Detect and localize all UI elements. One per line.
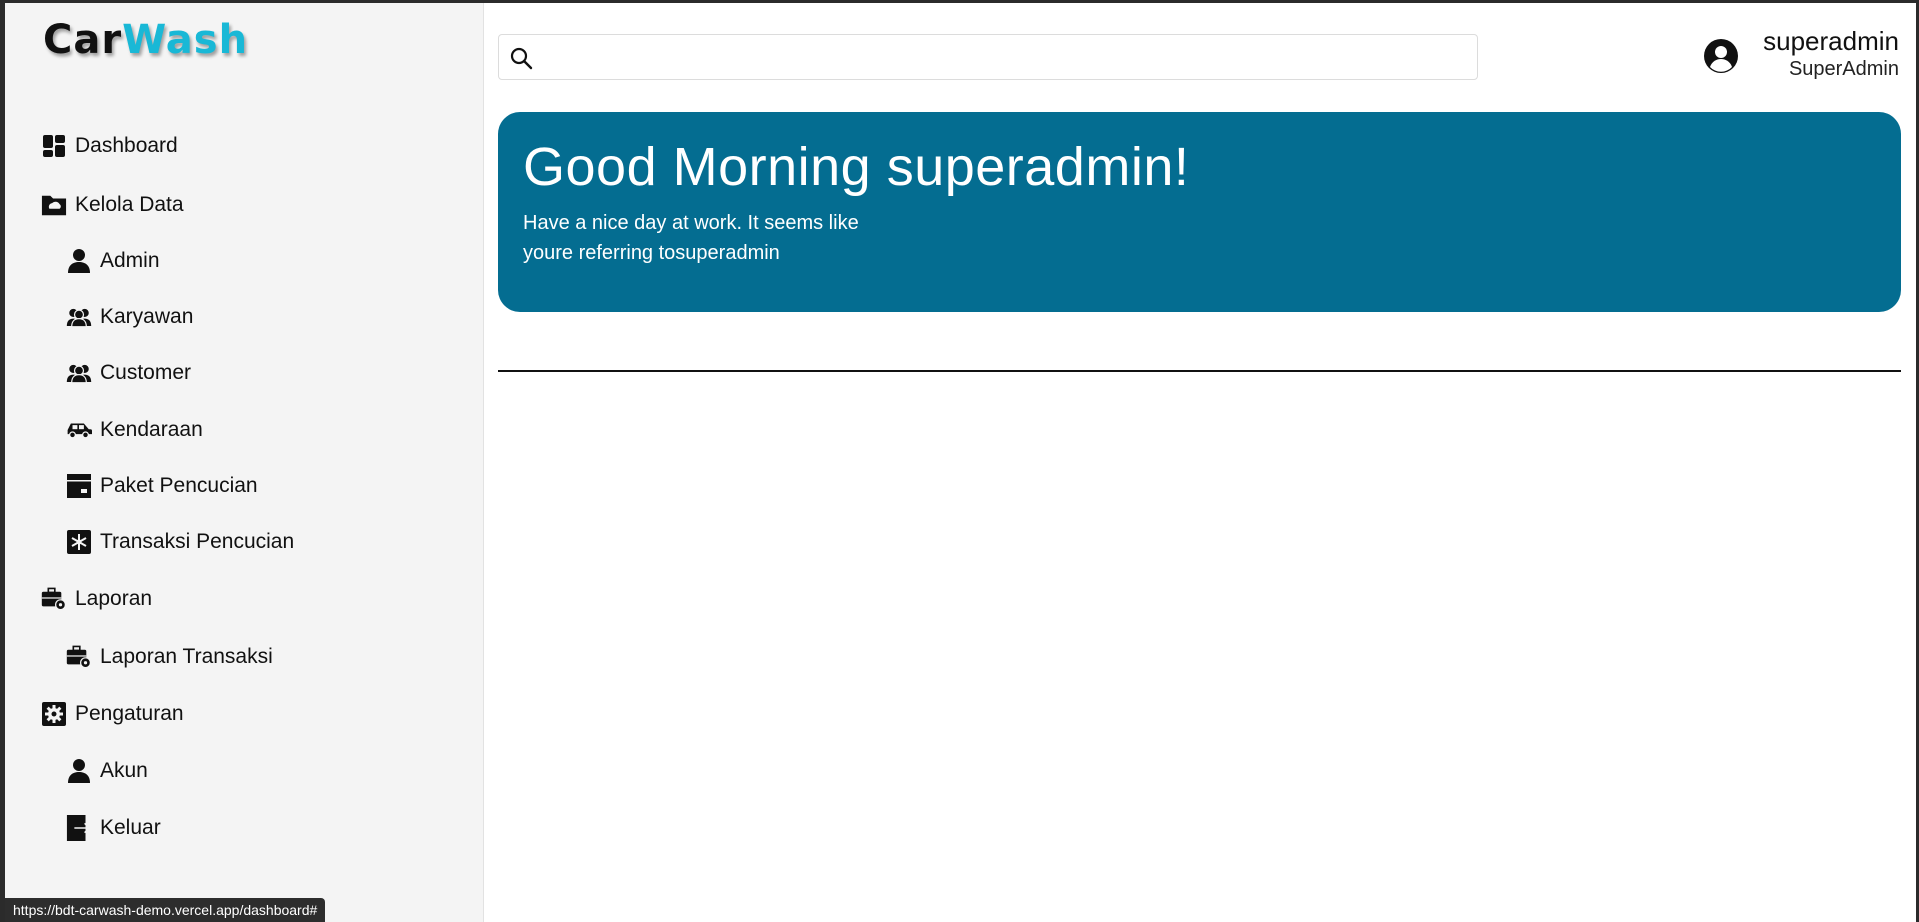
sidebar-item-label: Akun <box>100 759 148 782</box>
search-input[interactable] <box>541 41 1465 75</box>
greeting-title: Good Morning superadmin! <box>523 137 1190 197</box>
greeting-subtitle: Have a nice day at work. It seems like y… <box>523 208 923 268</box>
user-name: superadmin <box>1763 26 1899 56</box>
sidebar-item-laporan[interactable]: Laporan <box>41 582 152 616</box>
box-icon <box>66 473 92 499</box>
sidebar-item-akun[interactable]: Akun <box>66 754 148 788</box>
sidebar-item-pengaturan[interactable]: Pengaturan <box>41 697 184 731</box>
search-bar <box>498 34 1478 80</box>
sidebar-item-label: Paket Pencucian <box>100 474 258 497</box>
sidebar-item-karyawan[interactable]: Karyawan <box>66 300 193 334</box>
sidebar: CarWash Dashboard Kelola Data Admin Kary… <box>5 3 484 922</box>
welcome-banner: Good Morning superadmin! Have a nice day… <box>498 112 1901 312</box>
user-icon <box>66 758 92 784</box>
user-role: SuperAdmin <box>1788 58 1899 80</box>
search-icon[interactable] <box>509 46 533 70</box>
dashboard-icon <box>41 133 67 159</box>
sidebar-item-label: Kendaraan <box>100 418 203 441</box>
sidebar-item-keluar[interactable]: Keluar <box>66 811 161 845</box>
sidebar-item-label: Pengaturan <box>75 702 184 725</box>
greeting-line-2: youre referring tosuperadmin <box>523 242 780 264</box>
folder-icon <box>41 192 67 218</box>
sidebar-item-label: Customer <box>100 361 192 384</box>
sidebar-item-admin[interactable]: Admin <box>66 244 160 278</box>
sidebar-item-transaksi-pencucian[interactable]: Transaksi Pencucian <box>66 525 294 559</box>
asterisk-icon <box>66 529 92 555</box>
gear-icon <box>41 701 67 727</box>
sidebar-item-label: Dashboard <box>75 134 178 157</box>
users-icon <box>66 360 92 386</box>
briefcase-gear-icon <box>41 586 67 612</box>
sidebar-item-label: Transaksi Pencucian <box>100 530 295 553</box>
sidebar-item-paket-pencucian[interactable]: Paket Pencucian <box>66 469 258 503</box>
users-icon <box>66 304 92 330</box>
user-icon <box>66 248 92 274</box>
brand-logo-car: Car <box>43 17 123 63</box>
brand-logo[interactable]: CarWash <box>43 17 248 63</box>
briefcase-gear-icon <box>66 644 92 670</box>
status-bar-url: https://bdt-carwash-demo.vercel.app/dash… <box>5 898 326 922</box>
user-avatar-icon[interactable] <box>1703 38 1739 74</box>
greeting-line-1: Have a nice day at work. It seems like <box>523 212 859 234</box>
car-icon <box>66 417 92 443</box>
sidebar-item-laporan-transaksi[interactable]: Laporan Transaksi <box>66 640 273 674</box>
brand-logo-wash: Wash <box>122 17 249 63</box>
sidebar-item-kendaraan[interactable]: Kendaraan <box>66 413 203 447</box>
sidebar-item-label: Admin <box>100 249 160 272</box>
logout-icon <box>66 815 92 841</box>
sidebar-item-label: Keluar <box>100 816 161 839</box>
user-menu[interactable]: superadmin SuperAdmin <box>1763 26 1899 82</box>
sidebar-item-label: Karyawan <box>100 305 194 328</box>
sidebar-item-label: Laporan <box>75 587 153 610</box>
sidebar-item-customer[interactable]: Customer <box>66 356 191 390</box>
content-divider <box>498 370 1901 372</box>
sidebar-item-kelola-data[interactable]: Kelola Data <box>41 188 184 222</box>
sidebar-item-dashboard[interactable]: Dashboard <box>41 129 178 163</box>
sidebar-item-label: Laporan Transaksi <box>100 645 273 668</box>
sidebar-item-label: Kelola Data <box>75 193 184 216</box>
